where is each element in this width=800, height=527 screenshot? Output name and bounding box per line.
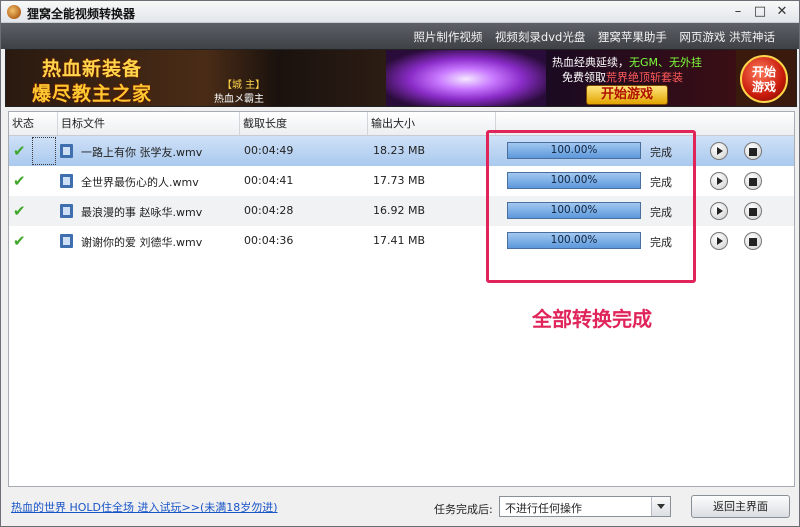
- after-task-select[interactable]: 不进行任何操作: [499, 496, 671, 517]
- row-file-name: 谢谢你的爱 刘德华.wmv: [81, 236, 203, 249]
- open-folder-icon[interactable]: [744, 142, 762, 160]
- banner-start-game-button[interactable]: 开始 游戏: [740, 55, 788, 103]
- video-file-icon: [60, 204, 73, 218]
- banner-tag: 【城 主】: [222, 80, 266, 91]
- banner-character-panel: 【城 主】 热血メ霸主: [206, 50, 386, 106]
- banner-promo-1b: 无GM、无外挂: [629, 56, 703, 69]
- banner-subtitle: 热血メ霸主: [214, 94, 264, 105]
- annotation-text: 全部转换完成: [532, 307, 652, 331]
- play-icon[interactable]: [710, 232, 728, 250]
- row-length: 00:04:36: [244, 234, 294, 247]
- check-icon: ✔: [13, 142, 26, 160]
- play-icon[interactable]: [710, 142, 728, 160]
- open-folder-icon[interactable]: [744, 202, 762, 220]
- column-output-size[interactable]: 输出大小: [368, 112, 496, 135]
- video-file-icon: [60, 144, 73, 158]
- row-length: 00:04:41: [244, 174, 294, 187]
- open-folder-icon[interactable]: [744, 172, 762, 190]
- banner-right-panel: 热血经典延续，无GM、无外挂 免费领取荒界绝顶斩套装 开始游戏: [546, 50, 736, 106]
- row-file-name: 一路上有你 张学友.wmv: [81, 146, 203, 159]
- banner-promo-1a: 热血经典延续，: [552, 56, 629, 69]
- column-status[interactable]: 状态: [9, 112, 58, 135]
- after-task-value: 不进行任何操作: [505, 502, 582, 515]
- banner-promo-line-2: 免费领取荒界绝顶斩套装: [562, 69, 683, 85]
- open-folder-icon[interactable]: [744, 232, 762, 250]
- minimize-button[interactable]: –: [728, 3, 748, 21]
- top-menu-bar: 照片制作视频 视频刻录dvd光盘 狸窝苹果助手 网页游戏 洪荒神话: [1, 23, 799, 49]
- row-file-name: 最浪漫的事 赵咏华.wmv: [81, 206, 203, 219]
- banner-promo-2a: 免费领取: [562, 71, 606, 84]
- banner-promo-2b: 荒界绝顶斩套装: [606, 71, 683, 84]
- row-length: 00:04:28: [244, 204, 294, 217]
- banner-headline-1: 热血新装备: [42, 58, 143, 80]
- menu-dvd-burn[interactable]: 视频刻录dvd光盘: [495, 30, 585, 44]
- check-icon: ✔: [13, 172, 26, 190]
- banner-play-button[interactable]: 开始游戏: [586, 85, 668, 105]
- row-size: 17.41 MB: [373, 234, 426, 247]
- menu-web-game[interactable]: 网页游戏 洪荒神话: [679, 30, 775, 44]
- check-icon: ✔: [13, 232, 26, 250]
- row-size: 16.92 MB: [373, 204, 426, 217]
- title-bar[interactable]: 狸窝全能视频转换器 – □ ✕: [1, 1, 799, 23]
- column-target-file[interactable]: 目标文件: [58, 112, 240, 135]
- banner-angel-art: [386, 50, 546, 106]
- video-file-icon: [60, 234, 73, 248]
- column-clip-length[interactable]: 截取长度: [240, 112, 368, 135]
- row-size: 17.73 MB: [373, 174, 426, 187]
- play-icon[interactable]: [710, 172, 728, 190]
- video-file-icon: [60, 174, 73, 188]
- menu-photo-video[interactable]: 照片制作视频: [413, 30, 482, 44]
- row-size: 18.23 MB: [373, 144, 426, 157]
- row-file-name: 全世界最伤心的人.wmv: [81, 176, 199, 189]
- main-window: 狸窝全能视频转换器 – □ ✕ 照片制作视频 视频刻录dvd光盘 狸窝苹果助手 …: [0, 0, 800, 527]
- close-button[interactable]: ✕: [772, 3, 792, 21]
- highlight-box: [486, 130, 696, 283]
- check-icon: ✔: [13, 202, 26, 220]
- bottom-bar: 热血的世界 HOLD住全场 进入试玩>>(未满18岁勿进) 任务完成后: 不进行…: [1, 491, 799, 526]
- banner-promo-line-1: 热血经典延续，无GM、无外挂: [552, 54, 702, 70]
- banner-headline-2: 爆尽教主之家: [32, 83, 153, 105]
- row-length: 00:04:49: [244, 144, 294, 157]
- menu-apple-assistant[interactable]: 狸窝苹果助手: [598, 30, 667, 44]
- play-icon[interactable]: [710, 202, 728, 220]
- chevron-down-icon[interactable]: [651, 497, 670, 516]
- app-logo-icon: [7, 5, 21, 19]
- return-home-button[interactable]: 返回主界面: [691, 495, 790, 518]
- ad-banner[interactable]: 热血新装备 爆尽教主之家 【城 主】 热血メ霸主 热血经典延续，无GM、无外挂 …: [5, 49, 797, 107]
- top-menu: 照片制作视频 视频刻录dvd光盘 狸窝苹果助手 网页游戏 洪荒神话: [404, 29, 775, 45]
- selection-focus: [32, 137, 56, 165]
- banner-left-panel: 热血新装备 爆尽教主之家: [6, 50, 206, 106]
- banner-start-label: 开始 游戏: [751, 65, 776, 94]
- maximize-button[interactable]: □: [750, 3, 770, 21]
- after-task-label: 任务完成后:: [434, 503, 493, 516]
- window-title: 狸窝全能视频转换器: [27, 7, 136, 21]
- ad-link[interactable]: 热血的世界 HOLD住全场 进入试玩>>(未满18岁勿进): [11, 499, 278, 515]
